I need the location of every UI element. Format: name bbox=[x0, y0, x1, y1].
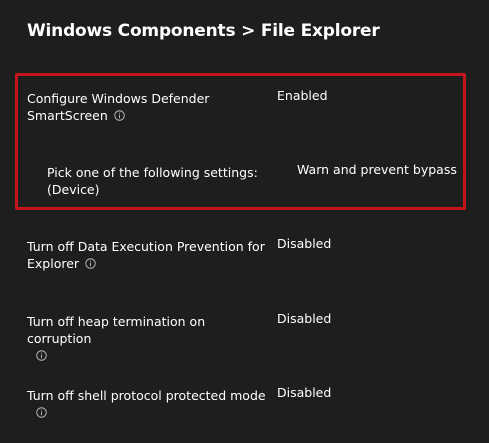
setting-label: Turn off shell protocol protected mode bbox=[27, 388, 266, 403]
page-title: Windows Components > File Explorer bbox=[27, 21, 380, 41]
info-icon[interactable] bbox=[85, 258, 96, 269]
setting-name-configure-smartscreen: Configure Windows Defender SmartScreen bbox=[27, 90, 267, 124]
sub-setting-name: Pick one of the following settings: (Dev… bbox=[47, 165, 258, 197]
setting-name-shell-protocol: Turn off shell protocol protected mode bbox=[27, 387, 267, 421]
info-icon[interactable] bbox=[36, 350, 47, 361]
info-icon[interactable] bbox=[36, 407, 47, 418]
setting-label: Turn off Data Execution Prevention for E… bbox=[27, 239, 265, 271]
info-icon[interactable] bbox=[114, 110, 125, 121]
setting-name-heap-termination: Turn off heap termination on corruption bbox=[27, 313, 267, 364]
setting-value-shell-protocol[interactable]: Disabled bbox=[277, 384, 331, 401]
setting-value-heap-termination[interactable]: Disabled bbox=[277, 310, 331, 327]
setting-value-configure-smartscreen[interactable]: Enabled bbox=[277, 87, 328, 104]
setting-label: Turn off heap termination on corruption bbox=[27, 314, 206, 346]
setting-value-dep-explorer[interactable]: Disabled bbox=[277, 235, 331, 252]
sub-setting-value[interactable]: Warn and prevent bypass bbox=[297, 161, 457, 178]
setting-name-dep-explorer: Turn off Data Execution Prevention for E… bbox=[27, 238, 267, 272]
